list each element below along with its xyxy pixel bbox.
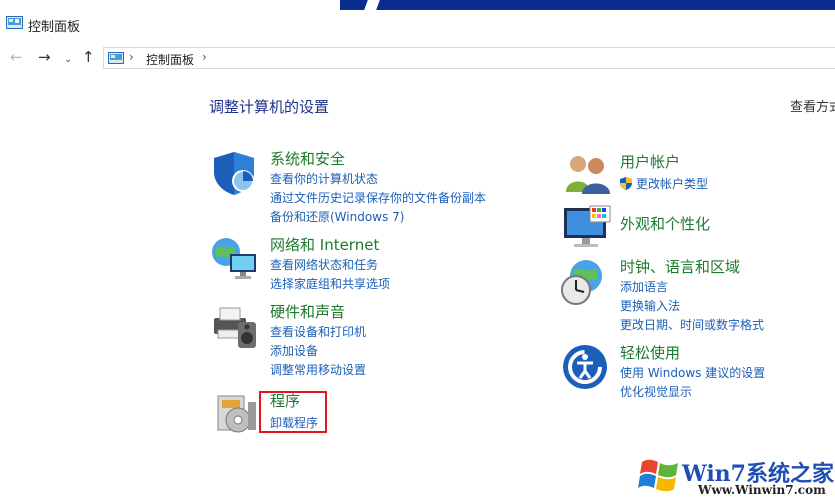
clock-globe-icon[interactable] [560, 258, 608, 306]
users-icon[interactable] [562, 152, 610, 194]
link-change-account-type[interactable]: 更改帐户类型 [620, 175, 708, 192]
link-devices-printers[interactable]: 查看设备和打印机 [270, 323, 366, 340]
up-button[interactable]: ↑ [82, 48, 95, 66]
watermark-url: Www.Winwin7.com [698, 483, 826, 497]
category-title-system-security[interactable]: 系统和安全 [270, 148, 345, 169]
chevron-right-icon[interactable]: › [202, 50, 207, 64]
address-bar[interactable]: › 控制面板 › [103, 47, 835, 69]
link-optimize-visual-display[interactable]: 优化视觉显示 [620, 383, 692, 400]
uac-shield-icon [620, 177, 632, 190]
chevron-right-icon[interactable]: › [129, 50, 134, 64]
control-panel-icon [6, 16, 23, 29]
link-change-input-method[interactable]: 更换输入法 [620, 297, 680, 314]
forward-button[interactable]: → [38, 48, 51, 66]
window-title: 控制面板 [28, 20, 81, 35]
link-file-history-backup[interactable]: 通过文件历史记录保存你的文件备份副本 [270, 189, 486, 206]
printer-speaker-icon[interactable] [210, 302, 260, 350]
back-button[interactable]: ← [10, 48, 23, 66]
link-mobility-settings[interactable]: 调整常用移动设置 [270, 361, 366, 378]
category-title-user-accounts[interactable]: 用户帐户 [620, 151, 680, 172]
category-title-clock-language-region[interactable]: 时钟、语言和区域 [620, 256, 740, 277]
desktop-background-strip [340, 0, 835, 10]
navigation-bar: ← → ⌄ ↑ › 控制面板 › [0, 40, 835, 74]
breadcrumb-control-panel[interactable]: 控制面板 [146, 51, 194, 68]
highlight-box [259, 391, 327, 433]
link-homegroup-sharing[interactable]: 选择家庭组和共享选项 [270, 275, 390, 292]
title-bar: 控制面板 [0, 0, 835, 38]
recent-locations-button[interactable]: ⌄ [64, 51, 72, 69]
ease-of-access-icon[interactable] [562, 344, 608, 390]
category-title-appearance[interactable]: 外观和个性化 [620, 213, 710, 234]
link-network-status[interactable]: 查看网络状态和任务 [270, 256, 378, 273]
category-title-ease-of-access[interactable]: 轻松使用 [620, 342, 680, 363]
network-globe-icon[interactable] [210, 234, 260, 282]
link-check-computer-status[interactable]: 查看你的计算机状态 [270, 170, 378, 187]
watermark: Win7系统之家 Www.Winwin7.com [636, 452, 835, 503]
page-title: 调整计算机的设置 [209, 98, 330, 116]
link-add-language[interactable]: 添加语言 [620, 278, 668, 295]
link-recommended-settings[interactable]: 使用 Windows 建议的设置 [620, 364, 765, 381]
view-by-label: 查看方式 [790, 100, 835, 115]
link-change-account-type-label: 更改帐户类型 [636, 177, 709, 191]
category-title-hardware-sound[interactable]: 硬件和声音 [270, 301, 345, 322]
link-backup-restore[interactable]: 备份和还原(Windows 7) [270, 208, 404, 225]
control-panel-icon [108, 52, 124, 64]
shield-security-icon[interactable] [210, 150, 258, 196]
monitor-palette-icon[interactable] [562, 204, 612, 250]
link-change-date-time-format[interactable]: 更改日期、时间或数字格式 [620, 316, 764, 333]
windows-logo-icon [638, 459, 678, 492]
programs-disc-icon[interactable] [214, 390, 260, 436]
link-add-device[interactable]: 添加设备 [270, 342, 318, 359]
category-title-network-internet[interactable]: 网络和 Internet [270, 234, 379, 255]
